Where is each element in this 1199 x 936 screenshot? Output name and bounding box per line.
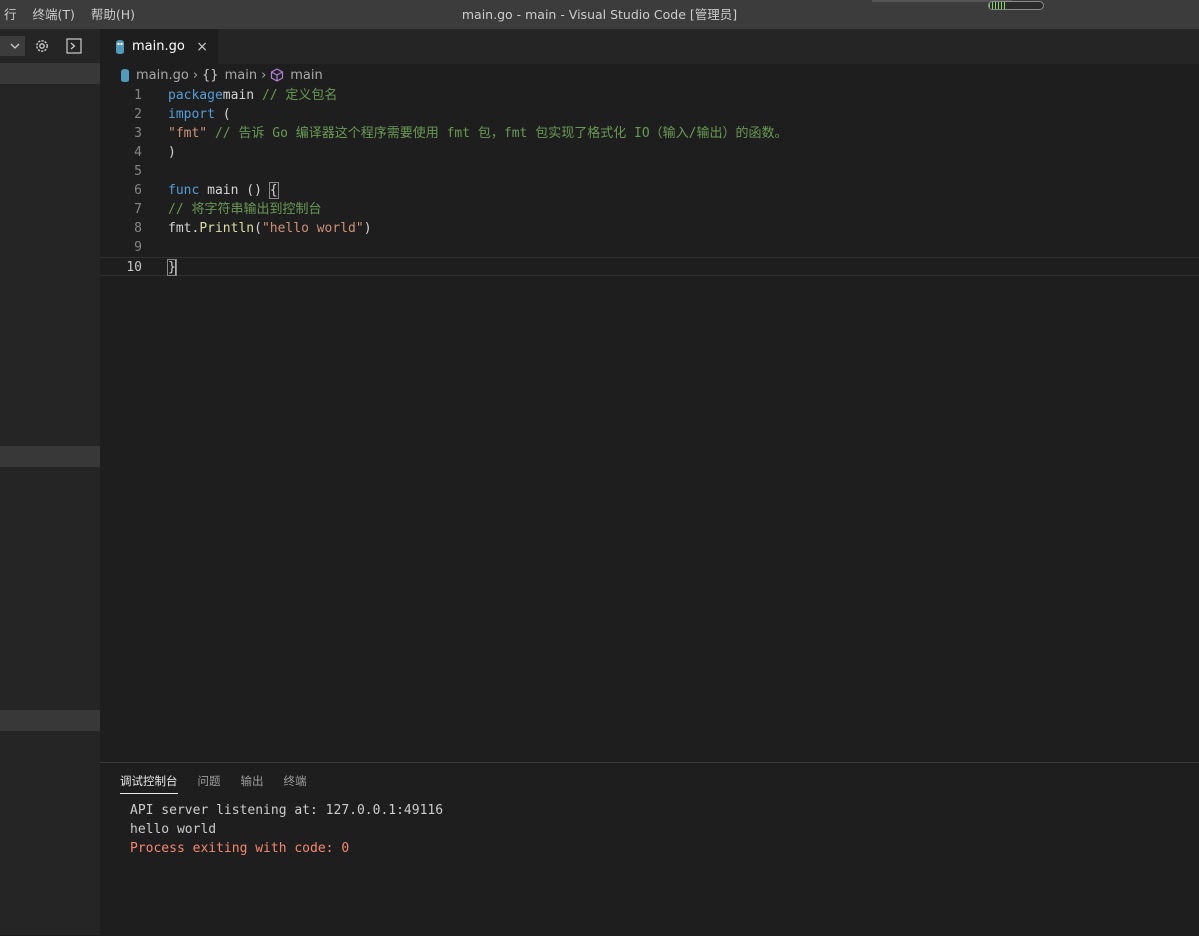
line-number: 6 — [134, 183, 142, 198]
code-token: // 将字符串输出到控制台 — [168, 202, 322, 217]
menu-terminal[interactable]: 终端(T) — [25, 0, 83, 29]
code-token: main () — [199, 183, 270, 198]
code-text: func main () { — [168, 181, 279, 200]
line-number: 9 — [134, 240, 142, 255]
code-text: } — [167, 258, 177, 277]
code-editor[interactable]: 1 packagemain // 定义包名 2 import (3 "fmt" // 告… — [100, 86, 1199, 276]
code-token: // 定义包名 — [261, 88, 338, 103]
text-cursor — [174, 259, 176, 276]
breadcrumb-function[interactable]: main — [290, 68, 322, 83]
code-token: ) — [168, 145, 176, 160]
code-token: ( — [214, 107, 231, 122]
chevron-right-icon: › — [261, 67, 267, 83]
chevron-right-icon: › — [192, 67, 199, 83]
tab-problems[interactable]: 问题 — [198, 773, 221, 794]
chevron-down-icon — [10, 43, 20, 49]
code-token: // 告诉 Go 编译器这个程序需要使用 fmt 包，fmt 包实现了格式化 I… — [207, 126, 788, 141]
code-text: fmt.Println("hello world") — [168, 219, 372, 238]
code-token: "fmt" — [168, 126, 208, 141]
code-text: ) — [168, 143, 176, 162]
debug-console-icon[interactable] — [65, 37, 83, 55]
debug-console-output: API server listening at: 127.0.0.1:49116… — [130, 801, 443, 858]
code-line[interactable]: 7 // 将字符串输出到控制台 — [100, 200, 1199, 219]
sidebar-section-header[interactable] — [0, 63, 100, 84]
tab-debug-console[interactable]: 调试控制台 — [120, 773, 178, 794]
breadcrumb-file[interactable]: main.go — [136, 68, 189, 83]
progress-indicator — [988, 1, 1044, 10]
menu-help[interactable]: 帮助(H) — [83, 0, 143, 29]
go-file-icon — [116, 39, 124, 54]
line-number: 10 — [126, 260, 142, 275]
console-line: hello world — [130, 822, 217, 837]
code-line[interactable]: 2 import ( — [100, 105, 1199, 124]
line-number: 1 — [134, 88, 142, 103]
namespace-icon: {} — [202, 67, 219, 83]
code-text: // 将字符串输出到控制台 — [168, 200, 321, 219]
close-icon[interactable]: × — [196, 39, 208, 55]
tab-terminal[interactable]: 终端 — [284, 773, 307, 794]
tab-label: main.go — [132, 39, 185, 54]
line-number: 7 — [134, 202, 142, 217]
code-line[interactable]: 8 fmt.Println("hello world") — [100, 219, 1199, 238]
code-line[interactable]: 5 — [100, 162, 1199, 181]
code-token: main — [222, 88, 262, 103]
console-line: API server listening at: 127.0.0.1:49116 — [130, 803, 444, 818]
line-number: 4 — [134, 145, 142, 160]
console-line-exit: Process exiting with code: 0 — [130, 841, 350, 856]
code-token: "hello world" — [261, 221, 364, 236]
line-number: 5 — [134, 164, 142, 179]
code-token: ) — [363, 221, 372, 236]
code-line[interactable]: 3 "fmt" // 告诉 Go 编译器这个程序需要使用 fmt 包，fmt 包实… — [100, 124, 1199, 143]
code-line[interactable]: 4) — [100, 143, 1199, 162]
sidebar-section-header[interactable] — [0, 446, 100, 467]
bottom-panel: 调试控制台 问题 输出 终端 API server listening at: … — [100, 762, 1199, 936]
line-number: 8 — [134, 221, 142, 236]
menu-bar: 行 终端(T) 帮助(H) — [0, 0, 143, 29]
code-token: ( — [254, 221, 262, 236]
menu-run[interactable]: 行 — [0, 0, 25, 29]
code-token: fmt. — [168, 221, 200, 236]
sidebar-section-header[interactable] — [0, 710, 100, 731]
debug-toolbar — [0, 29, 100, 63]
code-text: packagemain // 定义包名 — [168, 86, 337, 105]
code-line[interactable]: 10} — [100, 257, 1199, 276]
code-token: { — [268, 182, 279, 199]
launch-config-dropdown[interactable] — [0, 36, 25, 56]
code-token: import — [168, 107, 215, 122]
code-text: import ( — [168, 105, 231, 124]
code-line[interactable]: 1 packagemain // 定义包名 — [100, 86, 1199, 105]
debug-sidebar — [0, 29, 100, 935]
code-line[interactable]: 6 func main () { — [100, 181, 1199, 200]
method-cube-icon — [271, 68, 284, 82]
tab-output[interactable]: 输出 — [241, 773, 264, 794]
panel-tabs: 调试控制台 问题 输出 终端 — [120, 773, 327, 794]
breadcrumb-package[interactable]: main — [225, 68, 257, 83]
title-bar: 行 终端(T) 帮助(H) main.go - main - Visual St… — [0, 0, 1199, 29]
code-token: Println — [199, 221, 255, 236]
gear-icon[interactable] — [33, 37, 51, 55]
breadcrumb: main.go › {} main › main — [100, 64, 1199, 86]
code-token: func — [168, 183, 200, 198]
go-file-icon — [121, 68, 129, 82]
editor-tab-bar: main.go × — [100, 29, 1199, 64]
code-text: "fmt" // 告诉 Go 编译器这个程序需要使用 fmt 包，fmt 包实现… — [168, 124, 788, 143]
line-number: 2 — [134, 107, 142, 122]
line-number: 3 — [134, 126, 142, 141]
code-token: package — [168, 88, 223, 103]
tab-main-go[interactable]: main.go × — [100, 29, 218, 64]
code-line[interactable]: 9 — [100, 238, 1199, 257]
